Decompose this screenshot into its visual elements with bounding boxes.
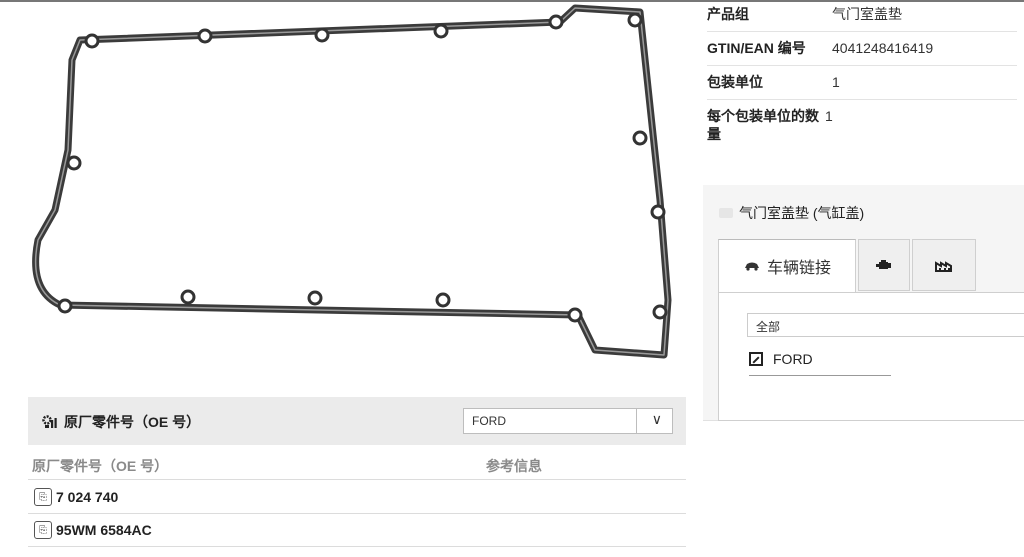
select-divider: [636, 409, 637, 433]
chevron-down-icon: ∨: [651, 411, 662, 427]
copy-icon[interactable]: ⎘: [34, 521, 52, 539]
spec-key: 每个包装单位的数量: [707, 108, 819, 142]
spec-table: 产品组 气门室盖垫 GTIN/EAN 编号 4041248416419 包装单位…: [707, 0, 1017, 151]
manufacturer-link-label: FORD: [773, 351, 813, 367]
engine-icon: [876, 260, 891, 269]
car-icon: [744, 262, 759, 271]
filter-select-value: 全部: [756, 320, 781, 334]
spec-value: 1: [832, 74, 840, 90]
tab-vehicle-links-label: 车辆链接: [766, 260, 831, 277]
spec-value: 气门室盖垫: [832, 6, 902, 22]
oe-numbers-header: 原厂零件号（OE 号） FORD ∨: [28, 397, 686, 445]
spec-row-packaging-unit: 包装单位 1: [707, 66, 1017, 100]
tab-engines[interactable]: [858, 239, 910, 291]
gasket-product-image[interactable]: [0, 0, 690, 370]
table-row: ⎘ 7 024 740: [28, 481, 686, 514]
spec-key: GTIN/EAN 编号: [707, 40, 806, 56]
tab-content: 全部 ⌄ FORD: [718, 292, 1024, 421]
oe-title: 原厂零件号（OE 号）: [42, 412, 200, 432]
factory-icon: [935, 261, 952, 272]
vehicle-link-panel: 气门室盖垫 (气缸盖) 车辆链接 全部 ⌄: [703, 185, 1024, 421]
manufacturer-link-ford[interactable]: FORD: [749, 351, 891, 376]
oe-brand-select[interactable]: FORD ∨: [463, 408, 673, 434]
filter-select[interactable]: 全部 ⌄: [747, 313, 1024, 337]
copy-icon[interactable]: ⎘: [34, 488, 52, 506]
oe-title-text: 原厂零件号（OE 号）: [64, 414, 201, 430]
spec-key: 包装单位: [707, 74, 763, 90]
spec-row-quantity-per-unit: 每个包装单位的数量 1: [707, 100, 1017, 151]
column-header-reference-info: 参考信息: [486, 458, 542, 474]
external-link-icon: [749, 352, 763, 366]
oe-brand-select-value: FORD: [472, 414, 506, 428]
category-icon: [719, 208, 733, 218]
panel-title-text: 气门室盖垫 (气缸盖): [739, 205, 865, 221]
spec-value: 1: [825, 108, 833, 124]
table-row: ⎘ 95WM 6584AC: [28, 514, 686, 547]
panel-tabs: 车辆链接: [718, 239, 978, 293]
tab-vehicle-links[interactable]: 车辆链接: [718, 239, 856, 293]
factory-gear-icon: [42, 415, 57, 428]
spec-key: 产品组: [707, 6, 749, 22]
oe-number[interactable]: 7 024 740: [56, 489, 118, 505]
spec-row-product-group: 产品组 气门室盖垫: [707, 0, 1017, 32]
oe-column-headers: 原厂零件号（OE 号） 参考信息: [28, 447, 686, 480]
oe-number[interactable]: 95WM 6584AC: [56, 522, 152, 538]
column-header-oe-number: 原厂零件号（OE 号）: [32, 458, 169, 474]
tab-manufacturers[interactable]: [912, 239, 976, 291]
panel-title: 气门室盖垫 (气缸盖): [719, 203, 864, 223]
spec-row-gtin: GTIN/EAN 编号 4041248416419: [707, 32, 1017, 66]
spec-value: 4041248416419: [832, 40, 934, 56]
